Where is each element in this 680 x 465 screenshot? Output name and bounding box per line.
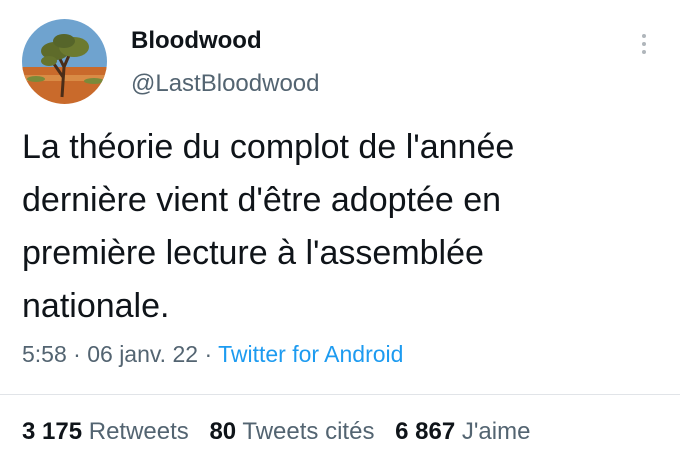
tweet-source-link[interactable]: Twitter for Android [218, 341, 403, 367]
quotes-stat[interactable]: 80 Tweets cités [209, 418, 374, 445]
tweet-stats: 3 175 Retweets 80 Tweets cités 6 867 J'a… [22, 418, 530, 446]
retweets-count: 3 175 [22, 418, 83, 445]
divider [0, 394, 680, 395]
dot [642, 34, 646, 38]
display-name[interactable]: Bloodwood [131, 27, 262, 55]
user-handle[interactable]: @LastBloodwood [131, 70, 319, 98]
likes-count: 6 867 [395, 418, 456, 445]
dot [642, 42, 646, 46]
quotes-count: 80 [209, 418, 237, 445]
likes-label: J'aime [461, 418, 531, 445]
retweets-label: Retweets [88, 418, 189, 445]
retweets-stat[interactable]: 3 175 Retweets [22, 418, 189, 445]
dot [642, 50, 646, 54]
tweet-time[interactable]: 5:58 [22, 341, 67, 367]
tweet-date[interactable]: 06 janv. 22 [87, 341, 198, 367]
tweet-text: La théorie du complot de l'année dernièr… [22, 128, 515, 325]
tree-landscape-icon [22, 19, 107, 104]
meta-separator: · [204, 341, 213, 367]
likes-stat[interactable]: 6 867 J'aime [395, 418, 530, 445]
more-options-icon[interactable] [640, 34, 648, 56]
avatar[interactable] [22, 19, 107, 104]
tweet-meta: 5:58 · 06 janv. 22 · Twitter for Android [22, 341, 403, 368]
meta-separator: · [73, 341, 81, 367]
quotes-label: Tweets cités [242, 418, 375, 445]
